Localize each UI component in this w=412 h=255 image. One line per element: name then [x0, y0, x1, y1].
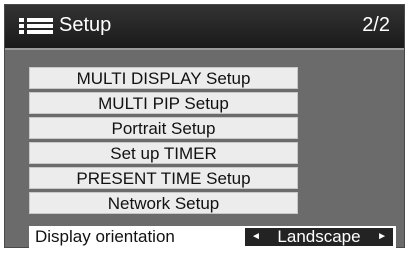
menu-item-present-time-setup[interactable]: PRESENT TIME Setup: [29, 167, 298, 189]
display-orientation-selector[interactable]: ◄ Landscape ►: [245, 228, 393, 246]
setup-menu-list: MULTI DISPLAY Setup MULTI PIP Setup Port…: [29, 67, 298, 217]
display-orientation-value: Landscape: [277, 227, 361, 246]
display-orientation-row[interactable]: Display orientation ◄ Landscape ►: [29, 226, 396, 248]
menu-item-set-up-timer[interactable]: Set up TIMER: [29, 142, 298, 164]
display-orientation-label: Display orientation: [35, 227, 175, 246]
menu-item-multi-display-setup[interactable]: MULTI DISPLAY Setup: [29, 67, 298, 89]
menu-item-portrait-setup[interactable]: Portrait Setup: [29, 117, 298, 139]
menu-title: Setup: [59, 14, 112, 36]
page-indicator: 2/2: [362, 14, 390, 36]
setup-osd-panel: Setup 2/2 MULTI DISPLAY Setup MULTI PIP …: [4, 4, 405, 248]
menu-item-network-setup[interactable]: Network Setup: [29, 192, 298, 214]
menu-item-multi-pip-setup[interactable]: MULTI PIP Setup: [29, 92, 298, 114]
right-arrow-icon[interactable]: ►: [377, 228, 387, 246]
menu-list-icon: [19, 18, 54, 35]
menu-header: Setup 2/2: [5, 5, 404, 50]
